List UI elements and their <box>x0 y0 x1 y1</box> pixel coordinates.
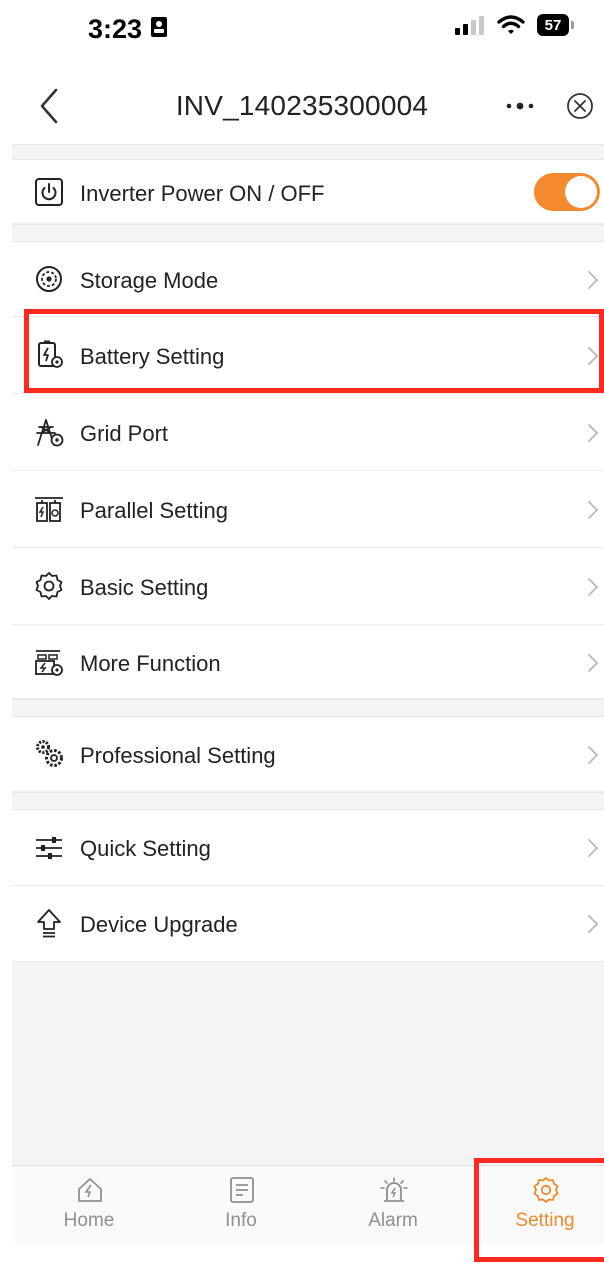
status-bar: 3:23 57 <box>0 0 604 60</box>
info-icon <box>230 1177 254 1203</box>
empty-area <box>12 962 604 1165</box>
close-icon[interactable] <box>566 92 594 120</box>
chevron-right-icon <box>588 654 599 672</box>
grid-port-icon <box>36 419 64 447</box>
alarm-icon <box>380 1177 408 1202</box>
more-function-icon <box>35 650 63 676</box>
tab-label: Alarm <box>368 1210 418 1231</box>
section-divider <box>12 224 604 242</box>
menu-item-parallel-setting[interactable]: Parallel Setting <box>12 471 604 548</box>
contact-card-icon <box>151 17 167 37</box>
menu-item-professional-setting[interactable]: Professional Setting <box>12 717 604 792</box>
inverter-power-toggle[interactable] <box>534 173 600 211</box>
more-icon[interactable] <box>500 90 540 120</box>
menu-item-label: Storage Mode <box>80 268 219 293</box>
tab-setting[interactable]: Setting <box>470 1166 604 1246</box>
menu-item-label: Device Upgrade <box>80 912 238 937</box>
chevron-right-icon <box>588 501 599 519</box>
menu-item-more-function[interactable]: More Function <box>12 625 604 699</box>
parallel-setting-icon <box>35 497 63 522</box>
menu-item-battery-setting[interactable]: Battery Setting <box>12 317 604 394</box>
menu-item-grid-port[interactable]: Grid Port <box>12 394 604 471</box>
battery-tip <box>571 21 574 29</box>
signal-icon <box>455 16 484 35</box>
menu-item-label: Parallel Setting <box>80 498 228 523</box>
chevron-right-icon <box>588 424 599 442</box>
gear-icon <box>533 1177 559 1203</box>
battery-setting-icon <box>38 340 63 368</box>
section-divider <box>12 792 604 810</box>
professional-setting-icon <box>36 740 63 767</box>
tab-label: Info <box>225 1210 257 1231</box>
chevron-right-icon <box>588 839 599 857</box>
menu-item-label: Professional Setting <box>80 743 276 768</box>
home-icon <box>78 1178 102 1202</box>
status-time: 3:23 <box>88 14 143 44</box>
chevron-right-icon <box>588 271 599 289</box>
menu-item-device-upgrade[interactable]: Device Upgrade <box>12 886 604 962</box>
chevron-right-icon <box>588 578 599 596</box>
storage-mode-icon <box>36 266 62 292</box>
battery-level: 57 <box>537 14 569 36</box>
sliders-icon <box>36 837 62 859</box>
tab-home[interactable]: Home <box>14 1166 164 1246</box>
menu-item-label: More Function <box>80 651 221 676</box>
section-divider <box>12 699 604 717</box>
section-divider <box>12 144 604 160</box>
chevron-right-icon <box>588 915 599 933</box>
upgrade-icon <box>37 909 61 938</box>
menu-item-label: Quick Setting <box>80 836 211 861</box>
menu-item-label: Basic Setting <box>80 575 209 600</box>
wifi-icon <box>497 15 525 34</box>
battery-indicator: 57 <box>537 14 574 36</box>
inverter-power-row: Inverter Power ON / OFF <box>12 160 604 224</box>
menu-item-basic-setting[interactable]: Basic Setting <box>12 548 604 625</box>
menu-item-storage-mode[interactable]: Storage Mode <box>12 242 604 317</box>
status-indicators: 57 <box>455 14 574 36</box>
menu-item-quick-setting[interactable]: Quick Setting <box>12 810 604 886</box>
tab-info[interactable]: Info <box>166 1166 316 1246</box>
power-icon <box>35 178 63 206</box>
toggle-knob <box>565 176 597 208</box>
menu-item-label: Grid Port <box>80 421 169 446</box>
tab-alarm[interactable]: Alarm <box>318 1166 468 1246</box>
menu-item-label: Battery Setting <box>80 344 225 369</box>
chevron-right-icon <box>588 347 599 365</box>
nav-bar: INV_140235300004 <box>0 66 604 146</box>
inverter-power-label: Inverter Power ON / OFF <box>80 181 325 206</box>
chevron-right-icon <box>588 746 599 764</box>
tab-bar: Home Info Alarm Setting <box>12 1165 604 1245</box>
tab-label: Home <box>63 1210 115 1231</box>
tab-label: Setting <box>515 1210 575 1231</box>
gear-icon <box>35 572 63 600</box>
